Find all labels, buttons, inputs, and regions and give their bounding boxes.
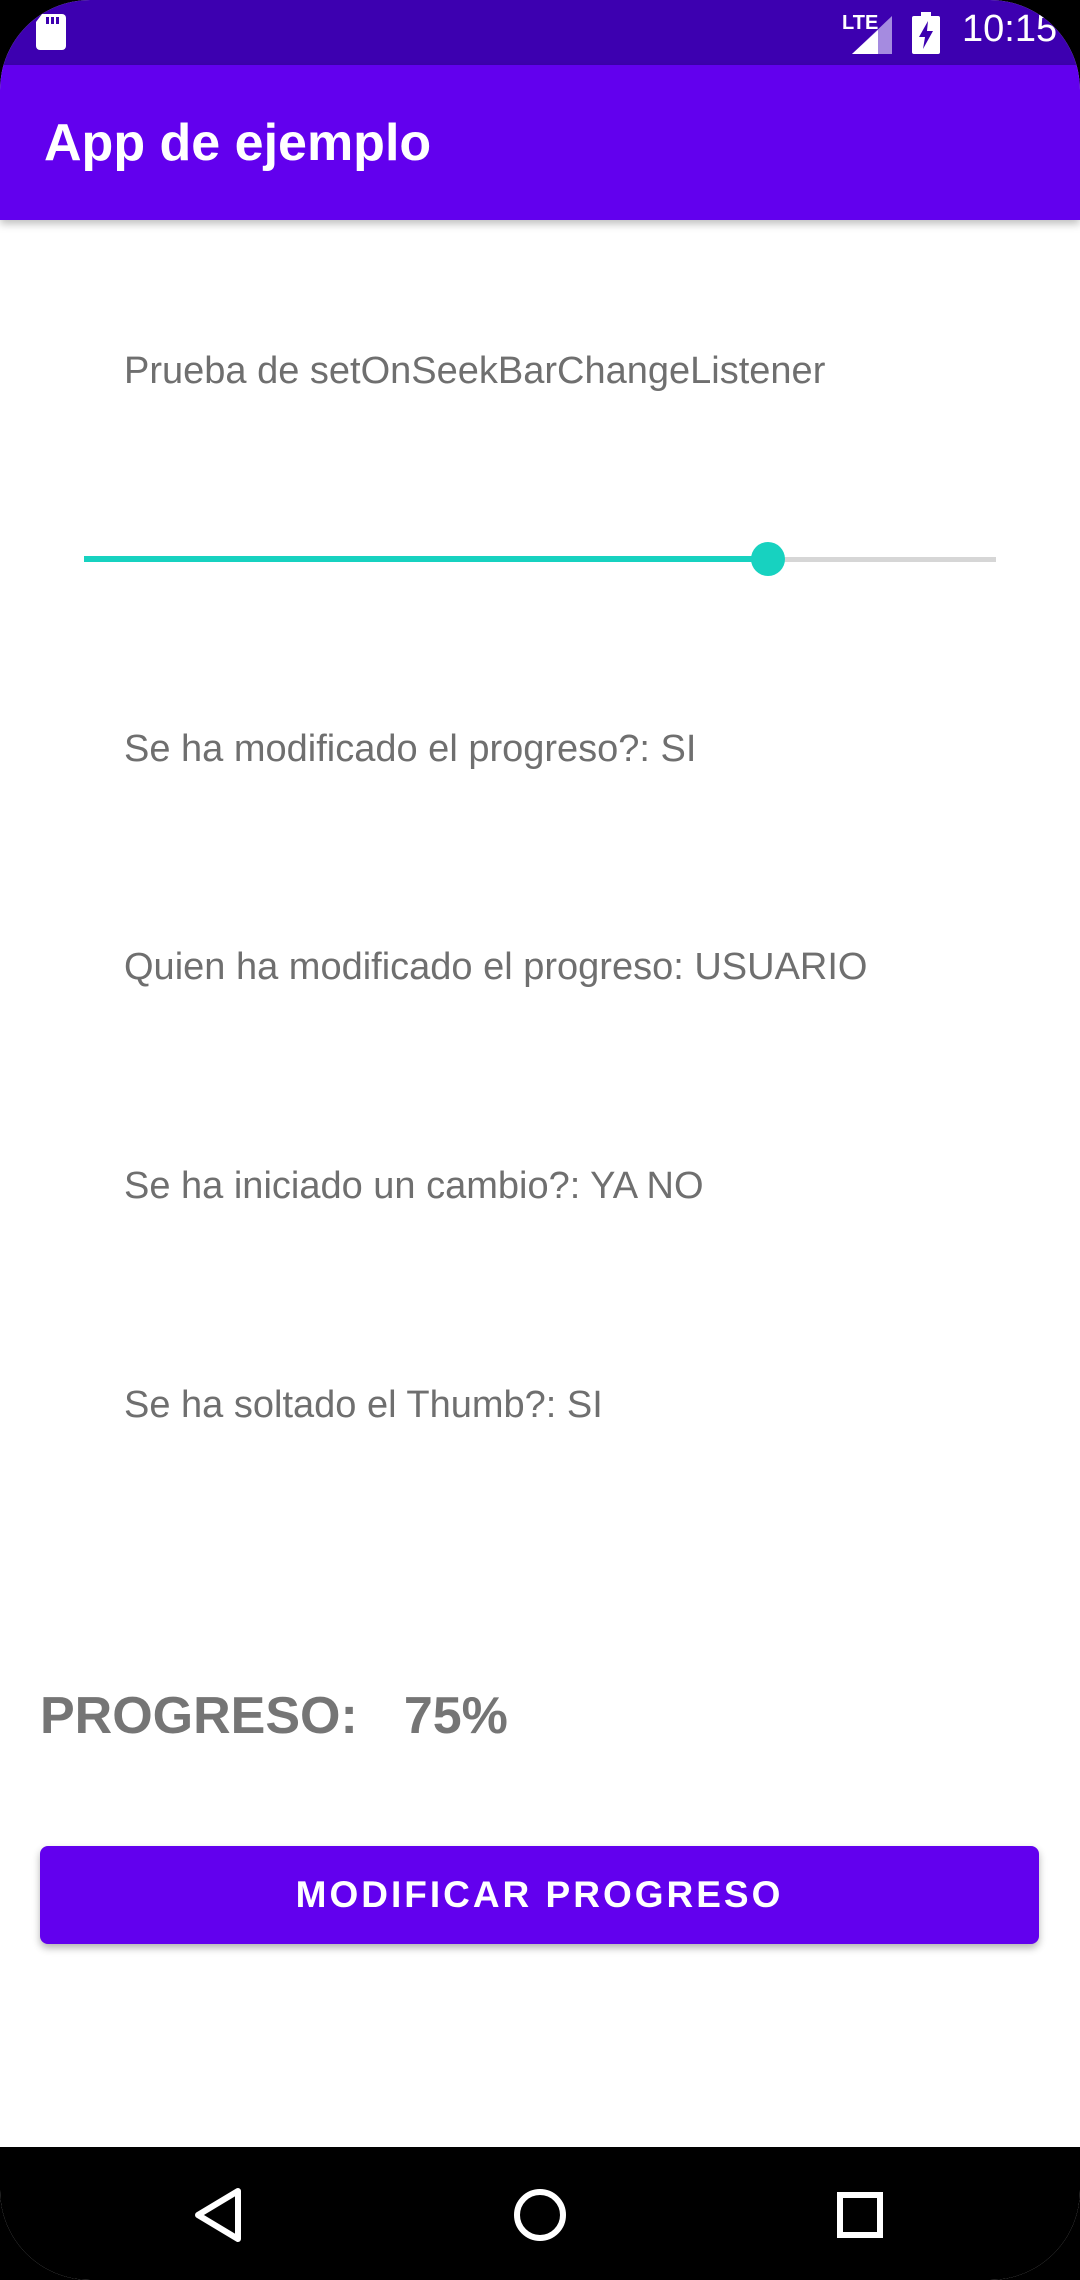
- progress-modified-status: Se ha modificado el progreso?: SI: [124, 728, 697, 770]
- seekbar-thumb[interactable]: [751, 542, 785, 576]
- status-clock: 10:15: [962, 8, 1058, 50]
- app-bar: App de ejemplo: [0, 65, 1080, 220]
- signal-icon: [852, 16, 892, 54]
- navigation-bar: [0, 2147, 1080, 2280]
- back-icon[interactable]: [188, 2183, 252, 2247]
- battery-charging-icon: [912, 12, 940, 54]
- status-bar: LTE 10:15: [0, 0, 1080, 65]
- phone-screen: LTE 10:15 App de ejemplo Prueba de setOn…: [0, 0, 1080, 2280]
- thumb-released-status: Se ha soltado el Thumb?: SI: [124, 1384, 603, 1426]
- progress-value: 75%: [403, 1687, 508, 1745]
- change-started-status: Se ha iniciado un cambio?: YA NO: [124, 1165, 704, 1207]
- progress-label: PROGRESO:: [40, 1687, 358, 1745]
- recents-icon[interactable]: [828, 2183, 892, 2247]
- progress-seekbar[interactable]: [84, 540, 996, 578]
- progress-modified-by-status: Quien ha modificado el progreso: USUARIO: [124, 946, 868, 988]
- progress-readout: PROGRESO: 75%: [40, 1686, 508, 1746]
- home-icon[interactable]: [508, 2183, 572, 2247]
- seekbar-progress-fill: [84, 556, 768, 562]
- seekbar-test-heading: Prueba de setOnSeekBarChangeListener: [124, 350, 826, 392]
- modify-progress-button[interactable]: MODIFICAR PROGRESO: [40, 1846, 1039, 1944]
- sd-card-icon: [36, 14, 66, 50]
- app-title: App de ejemplo: [44, 114, 432, 172]
